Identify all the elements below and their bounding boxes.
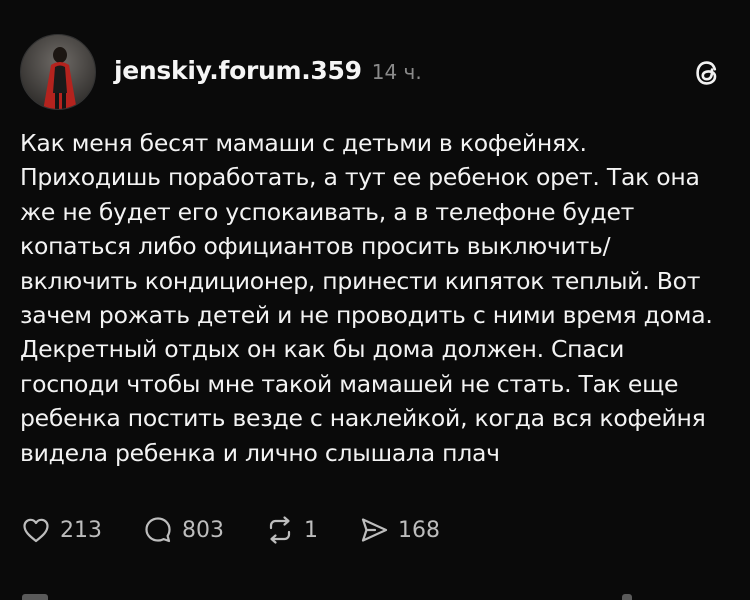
post-text-line: видела ребенка и лично слышала плач	[20, 438, 500, 467]
post-text-line: копаться либо официантов просить выключи…	[20, 232, 611, 261]
like-count: 213	[60, 517, 102, 543]
repost-button[interactable]: 1	[264, 514, 318, 546]
post-header: jenskiy.forum.359 14 ч.	[114, 56, 422, 92]
next-post-edge	[622, 594, 632, 600]
comment-icon	[145, 517, 171, 543]
threads-logo-icon[interactable]	[690, 56, 724, 90]
next-post-preview	[0, 592, 750, 600]
share-count: 168	[398, 517, 440, 543]
next-post-edge	[22, 594, 48, 600]
reply-count: 803	[182, 517, 224, 543]
threads-post: jenskiy.forum.359 14 ч. Как меня бесят м…	[0, 0, 750, 600]
author-username[interactable]: jenskiy.forum.359	[114, 56, 362, 85]
avatar-photo	[21, 35, 95, 109]
post-text-line: Декретный отдых он как бы дома должен. С…	[20, 335, 625, 364]
avatar[interactable]	[20, 34, 96, 110]
heart-icon	[23, 518, 49, 543]
post-text-line: зачем рожать детей и не проводить с ними…	[20, 301, 713, 330]
repost-count: 1	[304, 517, 318, 543]
post-body: Как меня бесят мамаши с детьми в кофейня…	[20, 126, 735, 470]
repost-icon	[269, 516, 291, 544]
like-button[interactable]: 213	[20, 514, 102, 546]
post-text-line: ребенка постить везде с наклейкой, когда…	[20, 404, 706, 433]
share-button[interactable]: 168	[358, 514, 440, 546]
post-actions: 213 803 1 168	[20, 510, 480, 550]
send-icon	[361, 518, 388, 542]
post-text-line: Приходишь поработать, а тут ее ребенок о…	[20, 163, 700, 192]
post-text-line: Как меня бесят мамаши с детьми в кофейня…	[20, 129, 587, 157]
reply-button[interactable]: 803	[142, 514, 224, 546]
post-text-line: включить кондиционер, принести кипяток т…	[20, 266, 701, 295]
post-text-line: же не будет его успокаивать, а в телефон…	[20, 197, 635, 226]
post-text-line: господи чтобы мне такой мамашей не стать…	[20, 369, 679, 398]
post-time: 14 ч.	[371, 60, 422, 84]
